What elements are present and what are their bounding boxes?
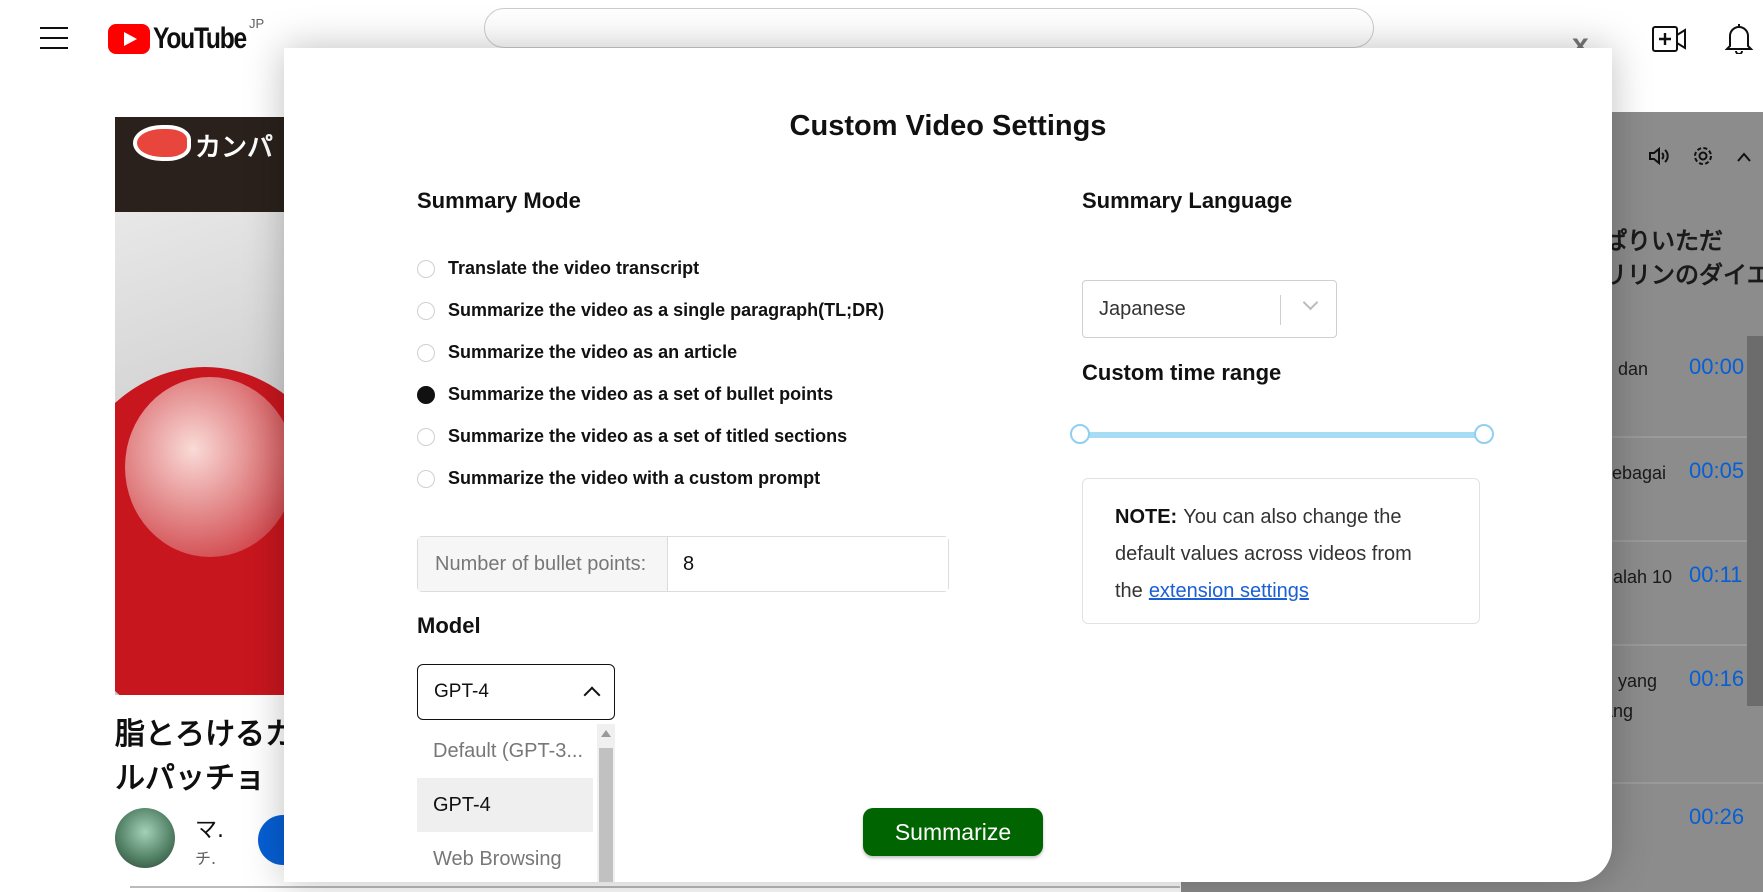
note-prefix: NOTE:	[1115, 506, 1178, 528]
radio-button-checked[interactable]	[417, 385, 435, 404]
transcript-title: ぱりいただ リリンのダイエ	[1603, 224, 1763, 292]
model-option[interactable]: Default (GPT-3...	[417, 724, 593, 778]
transcript-panel-controls	[1648, 145, 1752, 172]
fish-logo-icon	[133, 125, 191, 161]
model-dropdown-list: Default (GPT-3... GPT-4 Web Browsing	[417, 724, 615, 882]
time-range-slider-track[interactable]	[1082, 432, 1484, 438]
mode-option-article[interactable]: Summarize the video as an article	[417, 342, 737, 363]
transcript-timestamp[interactable]: 00:05	[1689, 458, 1744, 484]
mode-option-custom-prompt[interactable]: Summarize the video with a custom prompt	[417, 468, 820, 489]
channel-subscribers: チ.	[195, 849, 217, 868]
summarize-button[interactable]: Summarize	[863, 808, 1043, 856]
transcript-row[interactable]: n yang ang 00:16	[1603, 654, 1763, 784]
transcript-snippet: sebagai	[1603, 463, 1667, 483]
transcript-row[interactable]: sebagai 00:05	[1603, 446, 1763, 542]
scroll-up-arrow-icon[interactable]	[601, 730, 611, 737]
model-option-selected[interactable]: GPT-4	[417, 778, 593, 832]
video-title-line2: ルパッチョ	[115, 761, 265, 796]
transcript-row[interactable]: dalah 10 00:11	[1603, 550, 1763, 646]
dropdown-scrollbar[interactable]	[597, 724, 615, 882]
scrollbar-thumb[interactable]	[599, 748, 613, 882]
chevron-up-icon	[583, 686, 601, 704]
language-selected-value: Japanese	[1099, 297, 1186, 320]
model-heading: Model	[417, 613, 481, 638]
mode-option-label: Summarize the video with a custom prompt	[448, 468, 821, 488]
mode-option-bullet-points[interactable]: Summarize the video as a set of bullet p…	[417, 384, 833, 405]
mode-option-tldr[interactable]: Summarize the video as a single paragrap…	[417, 300, 884, 321]
thumbnail-glass	[125, 377, 285, 557]
mode-option-label: Summarize the video as an article	[448, 342, 738, 362]
modal-title: Custom Video Settings	[789, 110, 1107, 142]
radio-button[interactable]	[417, 427, 435, 446]
volume-icon[interactable]	[1648, 146, 1670, 171]
summary-mode-heading: Summary Mode	[417, 188, 581, 213]
bullet-points-label: Number of bullet points:	[418, 537, 668, 591]
summary-language-heading: Summary Language	[1082, 188, 1293, 213]
model-selected-value: GPT-4	[434, 681, 489, 702]
transcript-snippet-continued: ang	[1603, 701, 1634, 721]
radio-button[interactable]	[417, 469, 435, 488]
mode-option-titled-sections[interactable]: Summarize the video as a set of titled s…	[417, 426, 847, 447]
time-range-start-handle[interactable]	[1070, 424, 1090, 444]
transcript-snippet: n yang	[1603, 671, 1658, 691]
thumbnail-text: カンパ	[195, 133, 274, 163]
transcript-title-line2: リリンのダイエ	[1603, 261, 1763, 289]
divider	[130, 886, 1180, 888]
notifications-bell-icon[interactable]	[1724, 22, 1754, 55]
transcript-snippet: dalah 10	[1603, 567, 1673, 587]
transcript-timestamp[interactable]: 00:16	[1689, 666, 1744, 692]
gear-icon[interactable]	[1692, 145, 1714, 172]
transcript-title-line1: ぱりいただ	[1603, 227, 1723, 255]
video-title-line1: 脂とろけるカ	[115, 717, 287, 752]
hamburger-menu-icon[interactable]	[40, 27, 68, 49]
mode-option-label: Summarize the video as a set of bullet p…	[448, 384, 834, 404]
extension-settings-link[interactable]: extension settings	[1149, 580, 1309, 602]
create-video-icon[interactable]	[1652, 26, 1686, 52]
transcript-row[interactable]: 00:26	[1603, 792, 1763, 888]
mode-option-translate[interactable]: Translate the video transcript	[417, 258, 699, 279]
model-select[interactable]: GPT-4	[417, 664, 615, 720]
radio-button[interactable]	[417, 343, 435, 362]
custom-video-settings-modal: Custom Video Settings Summary Mode Trans…	[284, 48, 1612, 882]
note-box: NOTE: You can also change the default val…	[1082, 478, 1480, 624]
transcript-timestamp[interactable]: 00:26	[1689, 804, 1744, 830]
radio-button[interactable]	[417, 259, 435, 278]
search-bar[interactable]	[484, 8, 1374, 48]
chevron-down-icon	[1302, 294, 1319, 311]
video-title: 脂とろけるカ ルパッチョ	[115, 713, 287, 801]
channel-avatar[interactable]	[115, 808, 175, 868]
bullet-points-input[interactable]	[668, 537, 948, 591]
time-range-heading: Custom time range	[1082, 360, 1282, 385]
mode-option-label: Summarize the video as a set of titled s…	[448, 426, 848, 446]
transcript-row[interactable]: n dan 00:00	[1603, 342, 1763, 438]
time-range-end-handle[interactable]	[1474, 424, 1494, 444]
channel-name[interactable]: マ.	[195, 812, 224, 844]
transcript-timestamp[interactable]: 00:11	[1689, 562, 1742, 588]
country-code: JP	[249, 16, 265, 31]
transcript-scrollbar[interactable]	[1747, 336, 1763, 706]
transcript-snippet: n dan	[1603, 359, 1649, 379]
bullet-points-field: Number of bullet points:	[417, 536, 949, 592]
mode-option-label: Summarize the video as a single paragrap…	[448, 300, 885, 320]
radio-button[interactable]	[417, 301, 435, 320]
youtube-play-icon	[108, 24, 150, 54]
chevron-up-icon[interactable]	[1736, 150, 1752, 168]
youtube-logo[interactable]: YouTube	[108, 22, 266, 56]
video-player[interactable]: カンパ	[115, 117, 285, 695]
model-option[interactable]: Web Browsing	[417, 832, 593, 882]
summary-language-select[interactable]: Japanese	[1082, 280, 1337, 338]
youtube-logo-text: YouTube	[153, 22, 247, 55]
transcript-timestamp[interactable]: 00:00	[1689, 354, 1744, 380]
mode-option-label: Translate the video transcript	[448, 258, 700, 278]
select-separator	[1280, 295, 1281, 325]
